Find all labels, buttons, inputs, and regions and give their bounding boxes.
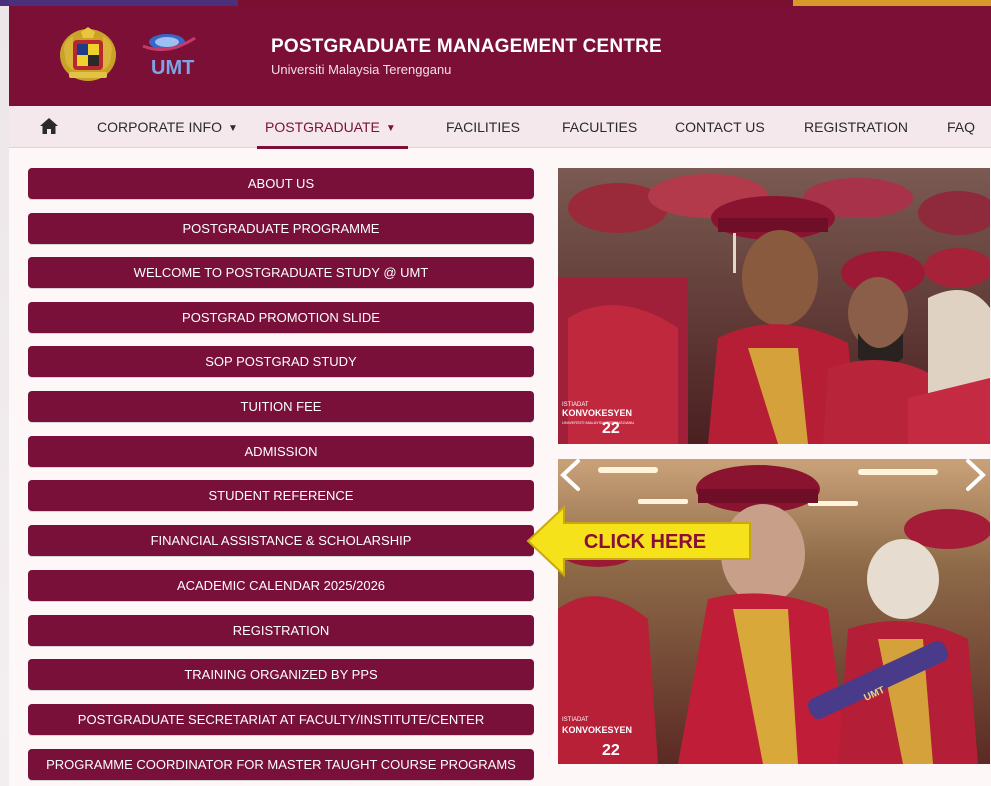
main-nav: CORPORATE INFO ▼ POSTGRADUATE ▼ FACILITIES… [9,106,991,149]
site-title: POSTGRADUATE MANAGEMENT CENTRE [271,36,662,57]
nav-item-registration[interactable]: REGISTRATION [804,106,908,148]
student-reference-button[interactable]: STUDENT REFERENCE [28,480,534,511]
photo-overlay-year: 22 [602,420,620,437]
nav-label: CONTACT US [675,119,765,135]
chevron-right-icon[interactable] [964,458,988,492]
chevron-left-icon[interactable] [558,458,582,492]
nav-label: FAQ [947,119,976,135]
convocation-photo-top: ISTIADAT KONVOKESYEN UNIVERSITI MALAYSIA… [558,168,990,444]
nav-label: POSTGRADUATE [265,119,380,135]
sop-postgrad-study-button[interactable]: SOP POSTGRAD STUDY [28,346,534,377]
umt-logo: UMT [142,34,196,79]
umt-logo-text: UMT [151,57,194,79]
photo-overlay-line2: KONVOKESYEN [562,725,632,735]
postgraduate-programme-button[interactable]: POSTGRADUATE PROGRAMME [28,213,534,244]
site-header: UMT POSTGRADUATE MANAGEMENT CENTRE Unive… [9,6,991,106]
home-icon[interactable] [39,116,59,136]
about-us-button[interactable]: ABOUT US [28,168,534,199]
caret-down-icon: ▼ [385,123,396,134]
caret-down-icon: ▼ [227,123,238,134]
nav-item-contact-us[interactable]: CONTACT US [675,106,765,148]
secretariat-button[interactable]: POSTGRADUATE SECRETARIAT AT FACULTY/INST… [28,704,534,735]
malaysia-crest-logo [60,27,116,81]
photo-overlay-line3: UNIVERSITI MALAYSIA TERENGGANU [562,420,634,425]
nav-item-faculties[interactable]: FACULTIES [562,106,637,148]
nav-label: FACILITIES [446,119,520,135]
nav-item-faq[interactable]: FAQ [947,106,975,148]
nav-item-facilities[interactable]: FACILITIES [446,106,520,148]
nav-label: REGISTRATION [804,119,908,135]
site-container: UMT POSTGRADUATE MANAGEMENT CENTRE Unive… [9,6,991,786]
photo-overlay-line2: KONVOKESYEN [562,408,632,418]
click-here-label: CLICK HERE [583,531,707,553]
photo-overlay-line1: ISTIADAT [562,717,589,723]
nav-label: FACULTIES [562,119,638,135]
admission-button[interactable]: ADMISSION [28,436,534,467]
training-button[interactable]: TRAINING ORGANIZED BY PPS [28,659,534,690]
welcome-button[interactable]: WELCOME TO POSTGRADUATE STUDY @ UMT [28,257,534,288]
site-subtitle: Universiti Malaysia Terengganu [271,62,452,77]
registration-button[interactable]: REGISTRATION [28,615,534,646]
nav-item-corporate-info[interactable]: CORPORATE INFO ▼ [97,106,238,148]
academic-calendar-button[interactable]: ACADEMIC CALENDAR 2025/2026 [28,570,534,601]
promotion-slide-button[interactable]: POSTGRAD PROMOTION SLIDE [28,302,534,333]
tuition-fee-button[interactable]: TUITION FEE [28,391,534,422]
financial-assistance-button[interactable]: FINANCIAL ASSISTANCE & SCHOLARSHIP [28,525,534,556]
nav-item-postgraduate[interactable]: POSTGRADUATE ▼ [257,106,408,149]
nav-label: CORPORATE INFO [97,119,222,135]
photo-overlay-year: 22 [602,742,620,759]
programme-coordinator-button[interactable]: PROGRAMME COORDINATOR FOR MASTER TAUGHT … [28,749,534,780]
